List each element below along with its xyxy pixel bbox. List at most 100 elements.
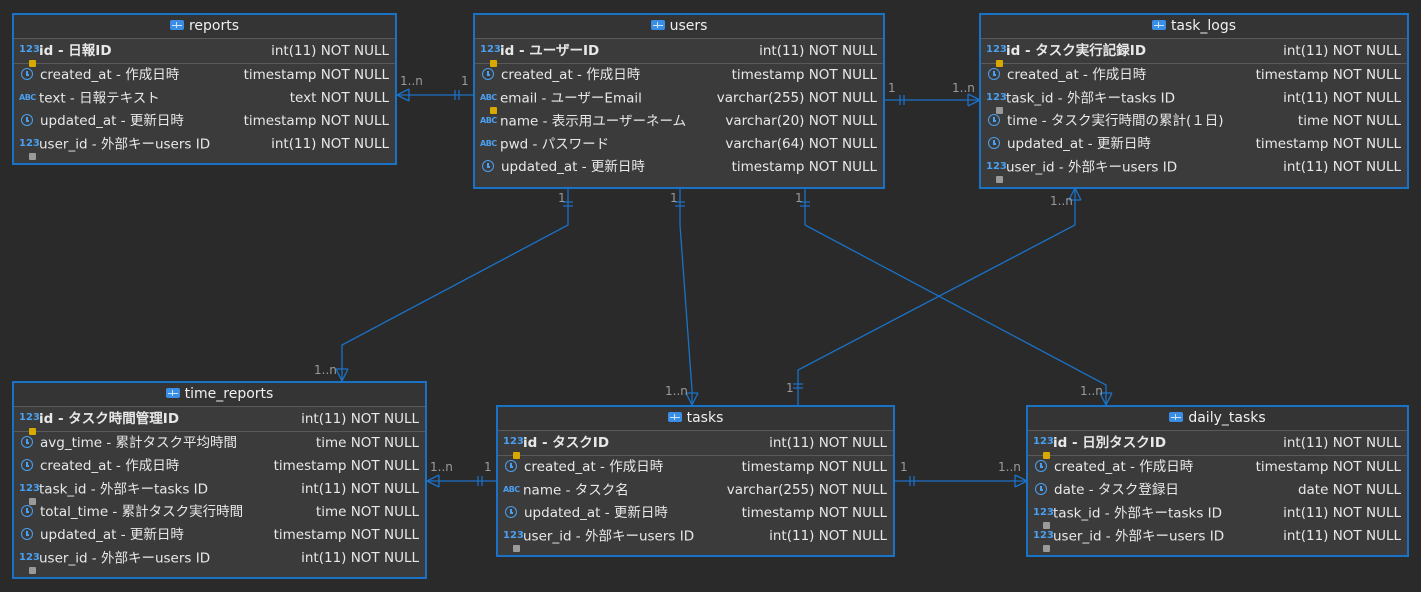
rel-users-daily-tasks	[804, 188, 1107, 405]
clock-icon	[988, 68, 1000, 80]
clock-icon	[482, 160, 494, 172]
column-label: id - タスクID	[523, 435, 610, 451]
table-icon	[165, 388, 180, 398]
card-many-dailytasks-2: 1..n	[998, 460, 1021, 474]
primary-key-icon: 123	[503, 430, 524, 459]
column-type: timestamp NOT NULL	[741, 505, 887, 521]
column-row[interactable]: ABC name - タスク名 varchar(255) NOT NULL	[498, 479, 893, 502]
column-label: created_at - 作成日時	[501, 67, 641, 83]
foreign-key-icon: 123	[19, 546, 40, 574]
pk-row[interactable]: 123 id - タスクID int(11) NOT NULL	[498, 430, 893, 459]
clock-icon	[505, 460, 517, 472]
clock-icon	[21, 505, 33, 517]
table-icon	[650, 20, 665, 30]
er-diagram-canvas: 1..n 1 1 1..n 1 1..n 1 1..n 1 1..n 1 1..…	[0, 0, 1421, 592]
column-label: created_at - 作成日時	[1007, 67, 1147, 83]
clock-icon	[21, 528, 33, 540]
column-type: int(11) NOT NULL	[301, 411, 419, 427]
column-row[interactable]: updated_at - 更新日時 timestamp NOT NULL	[14, 110, 395, 133]
foreign-key-icon: 123	[986, 86, 1007, 114]
column-row[interactable]: created_at - 作成日時 timestamp NOT NULL	[981, 64, 1407, 87]
column-row[interactable]: created_at - 作成日時 timestamp NOT NULL	[1028, 456, 1407, 479]
card-one-tasks-tasklogs: 1	[786, 381, 794, 395]
card-many-tasks: 1..n	[665, 384, 688, 398]
table-header[interactable]: users	[475, 15, 883, 39]
column-row[interactable]: avg_time - 累計タスク平均時間 time NOT NULL	[14, 432, 425, 455]
table-name: daily_tasks	[1188, 410, 1266, 426]
column-row[interactable]: ABC email - ユーザーEmail varchar(255) NOT NUL…	[475, 87, 883, 114]
table-daily-tasks[interactable]: daily_tasks 123 id - 日別タスクID int(11) NOT N…	[1026, 405, 1409, 557]
table-task-logs[interactable]: task_logs 123 id - タスク実行記録ID int(11) NOT N…	[979, 13, 1409, 189]
column-type: int(11) NOT NULL	[1283, 505, 1401, 521]
card-one-users-tasklogs: 1	[888, 81, 896, 95]
column-type: timestamp NOT NULL	[1255, 459, 1401, 475]
table-tasks[interactable]: tasks 123 id - タスクID int(11) NOT NULL crea…	[496, 405, 895, 557]
clock-icon	[21, 114, 33, 126]
column-row[interactable]: created_at - 作成日時 timestamp NOT NULL	[498, 456, 893, 479]
table-time-reports[interactable]: time_reports 123 id - タスク時間管理ID int(11) NO…	[12, 381, 427, 579]
column-type: varchar(20) NOT NULL	[725, 113, 877, 129]
column-row[interactable]: created_at - 作成日時 timestamp NOT NULL	[14, 455, 425, 478]
column-row[interactable]: 123 task_id - 外部キーtasks ID int(11) NOT NUL…	[1028, 502, 1407, 529]
column-label: updated_at - 更新日時	[501, 159, 645, 175]
table-header[interactable]: reports	[14, 15, 395, 39]
column-type: int(11) NOT NULL	[769, 528, 887, 544]
pk-row[interactable]: 123 id - タスク実行記録ID int(11) NOT NULL	[981, 38, 1407, 67]
primary-key-icon: 123	[19, 38, 40, 67]
table-header[interactable]: time_reports	[14, 383, 425, 407]
foreign-key-icon: 123	[986, 155, 1007, 183]
pk-row[interactable]: 123 id - 日報ID int(11) NOT NULL	[14, 38, 395, 67]
column-label: updated_at - 更新日時	[40, 527, 184, 543]
column-row[interactable]: 123 task_id - 外部キーtasks ID int(11) NOT NUL…	[981, 86, 1407, 114]
column-type: varchar(255) NOT NULL	[716, 90, 877, 106]
table-name: time_reports	[184, 386, 274, 402]
table-name: reports	[188, 18, 240, 34]
pk-row[interactable]: 123 id - タスク時間管理ID int(11) NOT NULL	[14, 407, 425, 435]
rel-users-time-reports	[341, 188, 569, 381]
column-row[interactable]: 123 task_id - 外部キーtasks ID int(11) NOT NUL…	[14, 477, 425, 505]
pk-row[interactable]: 123 id - ユーザーID int(11) NOT NULL	[475, 39, 883, 67]
column-row[interactable]: created_at - 作成日時 timestamp NOT NULL	[14, 64, 395, 87]
column-row[interactable]: ABC name - 表示用ユーザーネーム varchar(20) NOT NULL	[475, 110, 883, 133]
text-type-icon: ABC	[19, 93, 36, 102]
column-type: time NOT NULL	[1297, 113, 1401, 129]
column-row[interactable]: 123 user_id - 外部キーusers ID int(11) NOT NUL…	[498, 525, 893, 552]
column-label: updated_at - 更新日時	[40, 113, 184, 129]
table-header[interactable]: tasks	[498, 407, 893, 431]
column-row[interactable]: 123 user_id - 外部キーusers ID int(11) NOT NUL…	[14, 133, 395, 160]
primary-key-icon: 123	[1033, 430, 1054, 459]
column-row[interactable]: 123 user_id - 外部キーusers ID int(11) NOT NUL…	[14, 546, 425, 574]
table-icon	[1151, 20, 1166, 30]
column-type: date NOT NULL	[1297, 482, 1401, 498]
table-header[interactable]: daily_tasks	[1028, 407, 1407, 431]
card-many-tasklogs: 1..n	[952, 81, 975, 95]
column-row[interactable]: ABC text - 日報テキスト text NOT NULL	[14, 87, 395, 110]
foreign-key-icon: 123	[19, 477, 40, 505]
column-label: created_at - 作成日時	[1054, 459, 1194, 475]
column-type: timestamp NOT NULL	[731, 159, 877, 175]
column-row[interactable]: 123 user_id - 外部キーusers ID int(11) NOT NUL…	[1028, 525, 1407, 552]
column-type: timestamp NOT NULL	[1255, 136, 1401, 152]
clock-icon	[21, 436, 33, 448]
table-users[interactable]: users 123 id - ユーザーID int(11) NOT NULL cre…	[473, 13, 885, 189]
column-row[interactable]: date - タスク登録日 date NOT NULL	[1028, 479, 1407, 502]
column-row[interactable]: time - タスク実行時間の累計(１日) time NOT NULL	[981, 110, 1407, 133]
column-row[interactable]: updated_at - 更新日時 timestamp NOT NULL	[981, 133, 1407, 156]
primary-key-icon: 123	[986, 38, 1007, 67]
column-type: int(11) NOT NULL	[301, 550, 419, 566]
column-row[interactable]: total_time - 累計タスク実行時間 time NOT NULL	[14, 501, 425, 524]
column-row[interactable]: updated_at - 更新日時 timestamp NOT NULL	[475, 156, 883, 179]
column-row[interactable]: updated_at - 更新日時 timestamp NOT NULL	[14, 524, 425, 547]
table-header[interactable]: task_logs	[981, 15, 1407, 39]
column-label: name - 表示用ユーザーネーム	[500, 113, 687, 130]
column-row[interactable]: created_at - 作成日時 timestamp NOT NULL	[475, 64, 883, 87]
table-name: task_logs	[1170, 18, 1237, 34]
column-row[interactable]: updated_at - 更新日時 timestamp NOT NULL	[498, 502, 893, 525]
card-many-tasklogs-2: 1..n	[1050, 194, 1073, 208]
column-row[interactable]: ABC pwd - パスワード varchar(64) NOT NULL	[475, 133, 883, 156]
pk-row[interactable]: 123 id - 日別タスクID int(11) NOT NULL	[1028, 430, 1407, 459]
card-one-tasks-timereports: 1	[484, 460, 492, 474]
table-reports[interactable]: reports 123 id - 日報ID int(11) NOT NULL cre…	[12, 13, 397, 165]
column-row[interactable]: 123 user_id - 外部キーusers ID int(11) NOT NUL…	[981, 155, 1407, 183]
card-one-users-dailytasks: 1	[795, 191, 803, 205]
